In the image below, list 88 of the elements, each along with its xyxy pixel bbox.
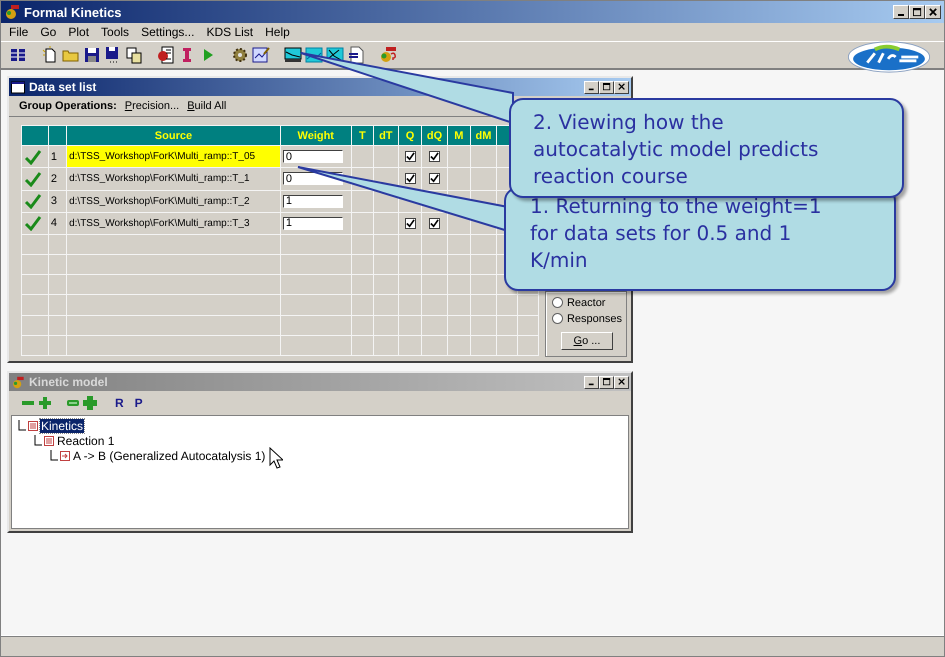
column-header[interactable]: dQ — [422, 126, 448, 146]
radio-option[interactable]: Reactor — [552, 296, 622, 309]
window-icon — [11, 80, 25, 94]
panel-title: Data set list — [29, 80, 96, 94]
checkbox[interactable] — [429, 173, 440, 184]
tree-line-icon — [34, 434, 42, 446]
column-header[interactable]: Weight — [280, 126, 352, 146]
row-number: 4 — [48, 212, 67, 234]
toolbar-button[interactable]: P — [130, 396, 147, 410]
go-button[interactable]: Go ... — [560, 332, 613, 350]
app-icon — [4, 4, 20, 20]
column-header[interactable]: dT — [373, 126, 398, 146]
weight-field[interactable]: 0 — [282, 150, 343, 164]
column-header[interactable]: Source — [66, 126, 280, 146]
maximize-button[interactable] — [599, 80, 614, 94]
column-header[interactable]: dM — [470, 126, 497, 146]
maximize-button[interactable] — [599, 376, 614, 388]
checkmark-icon[interactable] — [24, 148, 42, 165]
minimize-icon — [898, 14, 904, 16]
toolbar-button[interactable]: R — [111, 396, 128, 410]
column-header[interactable]: M — [447, 126, 470, 146]
close-icon — [928, 8, 938, 16]
save-icon[interactable] — [83, 46, 101, 64]
menu-item[interactable]: File — [3, 25, 34, 39]
row-number: 2 — [48, 168, 67, 190]
list-icon — [28, 420, 38, 430]
arrow-box-icon — [60, 450, 70, 460]
maximize-button[interactable] — [909, 5, 925, 19]
table-cell[interactable]: d:\TSS_Workshop\ForK\Multi_ramp::T_3 — [66, 212, 280, 234]
document-icon[interactable] — [347, 46, 365, 64]
table-cell[interactable]: d:\TSS_Workshop\ForK\Multi_ramp::T_2 — [66, 190, 280, 212]
close-icon — [618, 378, 626, 386]
callout-text: 1. Returning to the weight=1 for data sets for 0.5 and 1 K/min — [530, 193, 823, 274]
menu-item[interactable]: Build All — [187, 100, 226, 112]
maximize-icon — [602, 83, 610, 91]
row-number: 1 — [48, 146, 67, 168]
minimize-button[interactable] — [584, 80, 599, 94]
panel-title: Kinetic model — [29, 375, 108, 389]
window-title: Formal Kinetics — [24, 4, 122, 20]
table-cell[interactable]: d:\TSS_Workshop\ForK\Multi_ramp::T_05 — [66, 146, 280, 168]
gear-icon[interactable] — [231, 46, 249, 64]
tree-line-icon — [50, 450, 58, 462]
menu-item[interactable]: KDS List — [200, 25, 260, 39]
weight-field[interactable]: 1 — [282, 216, 343, 230]
columns-icon[interactable] — [9, 46, 27, 64]
edit-chart-icon[interactable] — [252, 46, 270, 64]
checkbox[interactable] — [404, 173, 416, 184]
checkbox[interactable] — [404, 151, 416, 162]
callout-text: 2. Viewing how the autocatalytic model predicts reaction course — [533, 109, 820, 190]
checkmark-icon[interactable] — [24, 170, 42, 187]
help-icon[interactable] — [379, 46, 397, 64]
column-header[interactable]: Q — [398, 126, 422, 146]
menu-item[interactable]: Precision... — [124, 100, 180, 112]
maximize-icon — [602, 378, 610, 386]
close-button[interactable] — [614, 376, 629, 388]
row-number: 3 — [48, 190, 67, 212]
minimize-button[interactable] — [893, 5, 909, 19]
header-cell — [48, 126, 67, 146]
checkbox[interactable] — [429, 151, 440, 162]
column-header[interactable]: T — [351, 126, 374, 146]
tree-line-icon — [18, 420, 26, 432]
weight-field[interactable]: 1 — [282, 194, 343, 208]
checkmark-icon[interactable] — [24, 193, 42, 210]
list-icon — [44, 436, 54, 446]
tree-item[interactable]: A -> B (Generalized Autocatalysis 1) — [72, 448, 266, 462]
close-icon — [618, 83, 626, 91]
menu-item[interactable]: Help — [259, 25, 296, 39]
group-operations-label: Group Operations: — [19, 100, 117, 112]
copy-icon[interactable] — [125, 46, 143, 64]
checkmark-icon[interactable] — [24, 215, 42, 232]
minimize-button[interactable] — [584, 376, 599, 388]
table-cell[interactable]: d:\TSS_Workshop\ForK\Multi_ramp::T_1 — [66, 168, 280, 190]
report-icon[interactable] — [157, 46, 175, 64]
radio-option[interactable]: Responses — [552, 312, 622, 325]
tree-item[interactable]: Kinetics — [40, 418, 84, 432]
plot-icon[interactable] — [284, 46, 302, 64]
checkbox[interactable] — [429, 218, 440, 229]
menu-item[interactable]: Settings... — [135, 25, 200, 39]
maximize-icon — [912, 8, 922, 16]
menu-item[interactable]: Plot — [62, 25, 96, 39]
mouse-cursor-icon — [269, 447, 283, 469]
close-button[interactable] — [614, 80, 629, 94]
checkbox[interactable] — [404, 218, 416, 229]
close-button[interactable] — [925, 5, 941, 19]
app-icon — [11, 376, 25, 388]
menu-item[interactable]: Tools — [95, 25, 136, 39]
tree-item[interactable]: Reaction 1 — [56, 434, 116, 448]
menu-item[interactable]: Go — [34, 25, 62, 39]
